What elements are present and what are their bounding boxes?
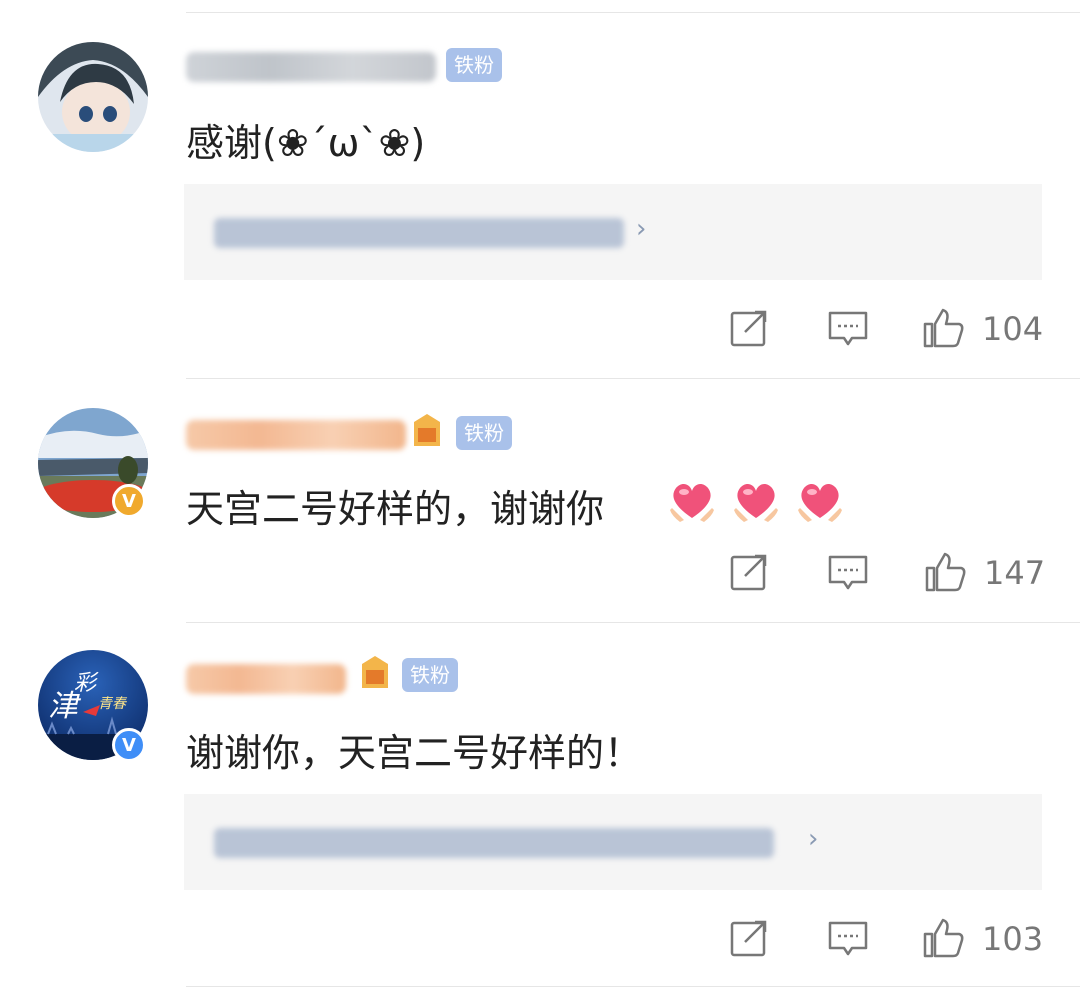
heart-hands-icon (670, 484, 714, 522)
avatar-text: 青春 (98, 696, 128, 712)
comment-text: 感谢(❀´ω`❀) (186, 121, 426, 165)
thumbs-up-icon[interactable] (923, 550, 967, 594)
username[interactable] (186, 662, 346, 696)
username-blurred (186, 664, 346, 694)
fan-badge: 铁粉 (446, 48, 502, 82)
comment-icon[interactable] (826, 916, 870, 960)
comment-icon[interactable] (826, 306, 870, 350)
like-count: 103 (982, 920, 1044, 958)
chevron-right-icon: › (808, 824, 819, 854)
heart-hands-icon (734, 484, 778, 522)
like-count: 147 (984, 554, 1046, 592)
replies-summary-blurred (214, 218, 624, 248)
share-icon[interactable] (727, 306, 771, 350)
comment-actions: 103 (0, 916, 1080, 966)
thumbs-up-icon[interactable] (921, 306, 965, 350)
comment-actions: 104 (0, 306, 1080, 356)
username[interactable] (186, 50, 436, 84)
username-blurred (186, 420, 406, 450)
share-icon[interactable] (727, 550, 771, 594)
level-icon (414, 414, 440, 446)
comment-item: 津 彩 青春 V 铁粉 谢谢你，天宫二号好样的！ › 103 (0, 624, 1080, 994)
share-icon[interactable] (727, 916, 771, 960)
divider (186, 378, 1080, 379)
comment-icon[interactable] (826, 550, 870, 594)
replies-preview[interactable]: › (184, 184, 1042, 280)
chevron-right-icon: › (636, 214, 647, 244)
comment-text: 天宫二号好样的，谢谢你 (186, 487, 605, 531)
replies-summary-blurred (214, 828, 774, 858)
avatar-text: 彩 (74, 671, 99, 696)
like-count: 104 (982, 310, 1044, 348)
comment-text: 谢谢你，天宫二号好样的！ (186, 731, 643, 775)
heart-hands-icon (798, 484, 842, 522)
comment-item: V 铁粉 天宫二号好样的，谢谢你 147 (0, 380, 1080, 622)
comment-item: 铁粉 感谢(❀´ω`❀) › 104 (0, 0, 1080, 380)
fan-badge: 铁粉 (402, 658, 458, 692)
divider (186, 622, 1080, 623)
verified-badge: V (112, 728, 146, 762)
replies-preview[interactable]: › (184, 794, 1042, 890)
thumbs-up-icon[interactable] (921, 916, 965, 960)
verified-badge: V (112, 484, 146, 518)
username-blurred (186, 52, 436, 82)
comment-actions: 147 (0, 550, 1080, 600)
fan-badge: 铁粉 (456, 416, 512, 450)
divider (186, 986, 1080, 987)
avatar[interactable] (38, 42, 148, 152)
level-icon (362, 656, 388, 688)
username[interactable] (186, 418, 406, 452)
